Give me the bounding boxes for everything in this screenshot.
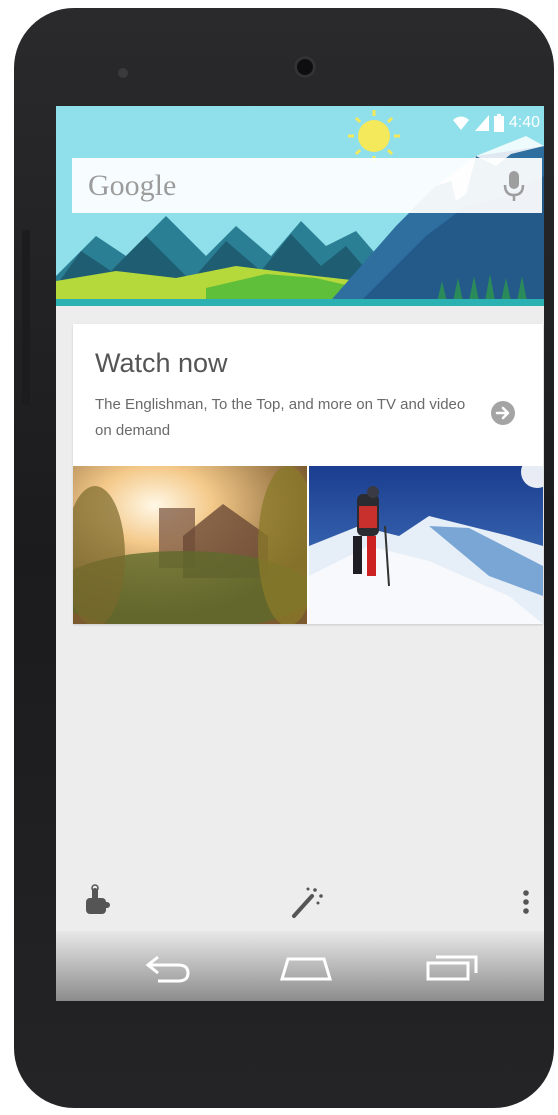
earpiece-speaker [118,68,128,78]
google-now-header: 4:40 Google [56,106,544,306]
google-logo: Google [88,168,177,202]
search-bar[interactable]: Google [72,158,542,213]
wifi-icon [452,116,469,130]
watch-now-card[interactable]: Watch now The Englishman, To the Top, an… [73,324,543,624]
navigation-bar [56,931,544,1001]
card-title: Watch now [95,348,228,378]
overflow-menu-icon[interactable] [508,884,544,920]
screen: 4:40 Google Watch now The Englishman, To… [56,106,544,1001]
front-camera [294,56,316,78]
microphone-icon[interactable] [502,170,526,202]
power-button[interactable] [22,230,30,405]
arrow-right-circle-icon[interactable] [491,401,515,425]
clock: 4:40 [508,114,540,131]
recents-icon[interactable] [424,951,480,983]
signal-icon [474,115,489,131]
hand-pointer-icon[interactable] [80,884,116,920]
home-icon[interactable] [278,951,334,983]
battery-icon [493,114,504,132]
bottom-action-bar [56,876,544,926]
back-icon[interactable] [144,951,194,983]
castle-sunlight-thumbnail[interactable] [73,466,307,624]
mountain-climber-thumbnail[interactable] [309,466,543,624]
status-bar: 4:40 [452,112,540,134]
magic-wand-icon[interactable] [288,884,324,920]
card-description: The Englishman, To the Top, and more on … [95,396,466,439]
phone-body: 4:40 Google Watch now The Englishman, To… [14,8,554,1108]
